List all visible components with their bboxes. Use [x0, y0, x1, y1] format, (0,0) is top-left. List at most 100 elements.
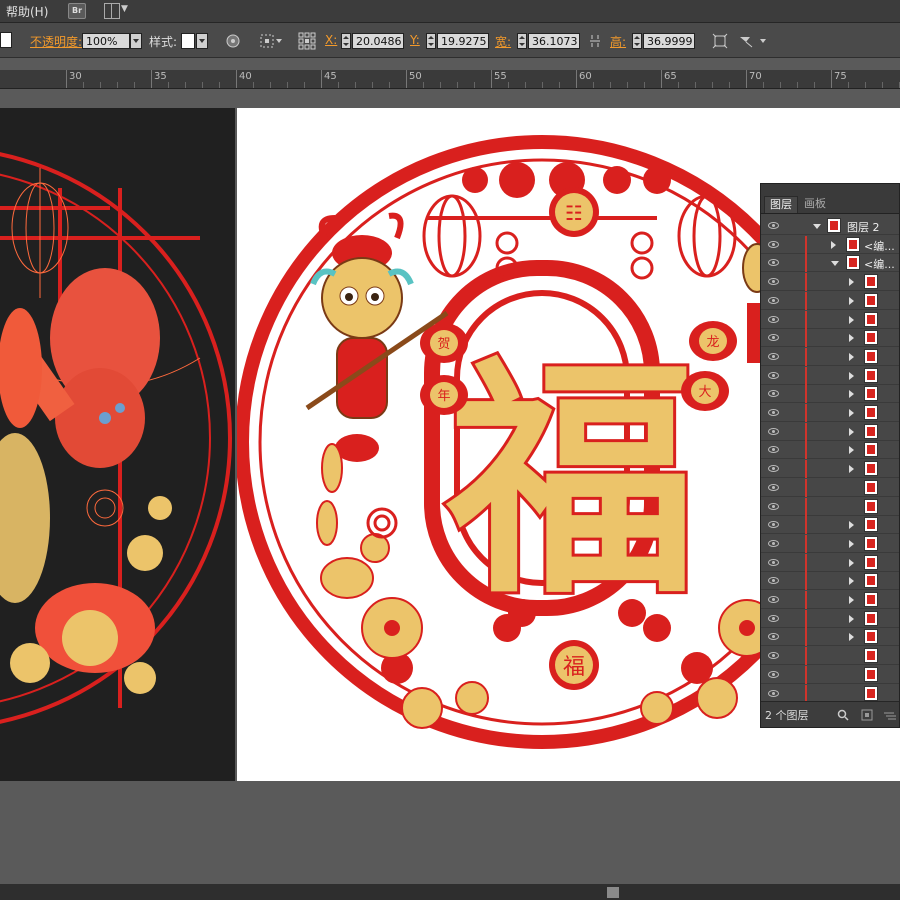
layer-name[interactable]: <编...: [864, 256, 895, 272]
new-sublayer-icon[interactable]: [883, 709, 897, 721]
expand-arrow-icon[interactable]: [849, 521, 854, 530]
align-grid-icon[interactable]: [260, 34, 282, 48]
height-stepper[interactable]: [632, 33, 642, 49]
sublayer-row[interactable]: [761, 628, 899, 647]
tab-artboards[interactable]: 画板: [799, 196, 831, 212]
visibility-eye-icon[interactable]: [768, 539, 779, 547]
expand-arrow-icon[interactable]: [849, 446, 854, 455]
visibility-eye-icon[interactable]: [768, 689, 779, 697]
opacity-dropdown[interactable]: [130, 33, 142, 49]
expand-arrow-icon[interactable]: [831, 240, 836, 249]
visibility-eye-icon[interactable]: [768, 670, 779, 678]
visibility-eye-icon[interactable]: [768, 652, 779, 660]
y-stepper[interactable]: [426, 33, 436, 49]
sublayer-row[interactable]: [761, 329, 899, 348]
sublayer-row[interactable]: [761, 273, 899, 292]
sublayer-row[interactable]: [761, 647, 899, 666]
expand-arrow-icon[interactable]: [849, 296, 854, 305]
scrollbar-thumb[interactable]: [607, 887, 619, 898]
visibility-eye-icon[interactable]: [768, 446, 779, 454]
sublayer-row[interactable]: [761, 553, 899, 572]
width-field[interactable]: 36.1073: [528, 33, 580, 49]
expand-arrow-icon[interactable]: [849, 577, 854, 586]
visibility-eye-icon[interactable]: [768, 502, 779, 510]
make-clipping-mask-icon[interactable]: [861, 709, 873, 721]
layer-name[interactable]: 图层 2: [847, 219, 880, 235]
expand-arrow-icon[interactable]: [849, 371, 854, 380]
visibility-eye-icon[interactable]: [768, 296, 779, 304]
expand-arrow-icon[interactable]: [849, 614, 854, 623]
recolor-icon[interactable]: [226, 34, 240, 48]
bridge-button[interactable]: Br: [68, 3, 86, 19]
visibility-eye-icon[interactable]: [768, 596, 779, 603]
style-swatch[interactable]: [181, 33, 195, 49]
expand-arrow-icon[interactable]: [849, 633, 854, 642]
visibility-eye-icon[interactable]: [768, 390, 779, 398]
sublayer-row[interactable]: [761, 366, 899, 385]
expand-arrow-icon[interactable]: [849, 596, 854, 604]
sublayer-row[interactable]: [761, 385, 899, 404]
sublayer-row[interactable]: <编...: [761, 254, 899, 273]
reference-point-icon[interactable]: [298, 32, 316, 50]
sublayer-row[interactable]: <编...: [761, 235, 899, 254]
menu-help[interactable]: 帮助(H): [6, 3, 48, 20]
search-icon[interactable]: [837, 709, 849, 721]
visibility-eye-icon[interactable]: [768, 259, 779, 267]
isolate-icon[interactable]: [738, 33, 768, 49]
sublayer-row[interactable]: [761, 310, 899, 329]
collapse-arrow-icon[interactable]: [831, 261, 839, 267]
sublayer-row[interactable]: [761, 684, 899, 703]
expand-arrow-icon[interactable]: [849, 539, 854, 548]
horizontal-ruler[interactable]: 30 35 40 45 50 55 60 65 70 75: [0, 70, 900, 89]
fill-swatch[interactable]: [0, 32, 12, 48]
sublayer-row[interactable]: [761, 441, 899, 460]
transform-icon[interactable]: [712, 33, 728, 49]
y-field[interactable]: 19.9275: [437, 33, 489, 49]
visibility-eye-icon[interactable]: [768, 222, 779, 229]
expand-arrow-icon[interactable]: [849, 427, 854, 436]
visibility-eye-icon[interactable]: [768, 521, 779, 529]
visibility-eye-icon[interactable]: [768, 334, 779, 342]
arrange-documents-icon[interactable]: [104, 3, 120, 19]
visibility-eye-icon[interactable]: [768, 278, 779, 286]
constrain-link-icon[interactable]: [588, 33, 602, 49]
visibility-eye-icon[interactable]: [768, 315, 779, 323]
visibility-eye-icon[interactable]: [768, 483, 779, 491]
sublayer-row[interactable]: [761, 609, 899, 628]
expand-arrow-icon[interactable]: [849, 315, 854, 324]
expand-arrow-icon[interactable]: [849, 409, 854, 417]
collapse-arrow-icon[interactable]: [813, 224, 821, 229]
expand-arrow-icon[interactable]: [849, 465, 854, 474]
visibility-eye-icon[interactable]: [768, 465, 779, 473]
tab-layers[interactable]: 图层: [764, 196, 798, 213]
sublayer-row[interactable]: [761, 591, 899, 609]
sublayer-row[interactable]: [761, 422, 899, 441]
x-stepper[interactable]: [341, 33, 351, 49]
sublayer-row[interactable]: [761, 347, 899, 366]
expand-arrow-icon[interactable]: [849, 352, 854, 361]
layer-row[interactable]: 图层 2: [761, 217, 899, 235]
visibility-eye-icon[interactable]: [768, 371, 779, 379]
visibility-eye-icon[interactable]: [768, 558, 779, 566]
x-field[interactable]: 20.0486: [352, 33, 404, 49]
visibility-eye-icon[interactable]: [768, 427, 779, 435]
expand-arrow-icon[interactable]: [849, 334, 854, 343]
opacity-label[interactable]: 不透明度:: [30, 33, 82, 50]
sublayer-row[interactable]: [761, 460, 899, 479]
sublayer-row[interactable]: [761, 665, 899, 684]
horizontal-scrollbar[interactable]: [0, 884, 900, 900]
expand-arrow-icon[interactable]: [849, 278, 854, 287]
selected-artwork-outline[interactable]: [0, 108, 235, 781]
visibility-eye-icon[interactable]: [768, 633, 779, 641]
height-field[interactable]: 36.9999: [643, 33, 695, 49]
sublayer-row[interactable]: [761, 497, 899, 516]
layer-name[interactable]: <编...: [864, 238, 895, 254]
opacity-field[interactable]: 100%: [82, 33, 130, 49]
sublayer-row[interactable]: [761, 478, 899, 497]
sublayer-row[interactable]: [761, 516, 899, 535]
style-dropdown[interactable]: [196, 33, 208, 49]
sublayer-row[interactable]: [761, 534, 899, 553]
expand-arrow-icon[interactable]: [849, 390, 854, 399]
expand-arrow-icon[interactable]: [849, 558, 854, 567]
sublayer-row[interactable]: [761, 572, 899, 591]
